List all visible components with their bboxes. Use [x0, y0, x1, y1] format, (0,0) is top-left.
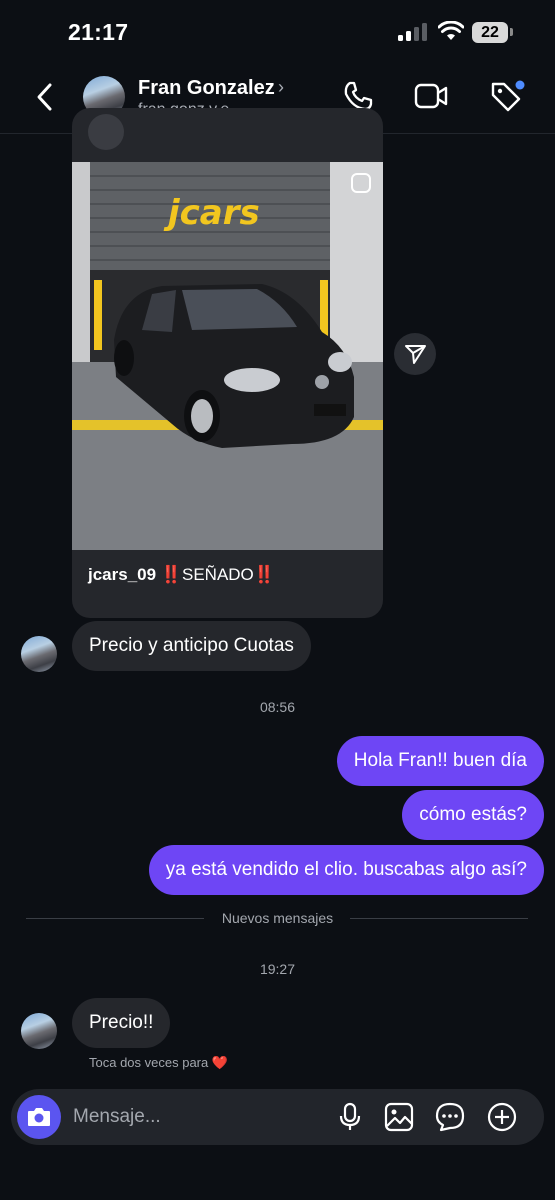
timestamp: 19:27 — [259, 961, 296, 977]
shared-post-card[interactable]: jcars jcars_09 ‼️SEÑADO‼️ — [72, 108, 383, 618]
battery-indicator: 22 — [472, 22, 508, 43]
plus-icon[interactable] — [487, 1102, 517, 1132]
caption-mark-end: ‼️ — [253, 565, 275, 584]
signal-icon — [398, 23, 428, 41]
status-time: 21:17 — [68, 19, 129, 45]
caption-text: SEÑADO — [181, 565, 254, 584]
caption-user[interactable]: jcars_09 — [88, 565, 156, 584]
name-chevron-icon[interactable]: › — [278, 77, 284, 98]
save-square-icon[interactable] — [350, 172, 372, 194]
timestamp: 08:56 — [259, 699, 296, 715]
microphone-icon[interactable] — [337, 1102, 363, 1132]
message-input[interactable] — [73, 1099, 313, 1135]
message-composer — [11, 1089, 544, 1145]
gallery-icon[interactable] — [384, 1102, 414, 1132]
message-outgoing[interactable]: ya está vendido el clio. buscabas algo a… — [148, 845, 544, 895]
sticker-icon[interactable] — [435, 1102, 465, 1132]
camera-icon — [28, 1108, 50, 1126]
message-incoming[interactable]: Precio!! — [72, 998, 171, 1048]
storefront-logo: jcars — [163, 193, 260, 233]
hint-text: Toca dos veces para — [89, 1055, 209, 1070]
message-outgoing[interactable]: Hola Fran!! buen día — [336, 736, 544, 786]
card-avatar — [88, 114, 124, 150]
wifi-icon — [438, 21, 464, 41]
sender-avatar[interactable] — [21, 636, 57, 672]
back-arrow-icon[interactable] — [34, 82, 54, 112]
heart-emoji: ❤️ — [211, 1055, 229, 1070]
message-incoming[interactable]: Precio y anticipo Cuotas — [72, 621, 311, 671]
camera-button[interactable] — [17, 1095, 61, 1139]
battery-tip — [510, 28, 513, 36]
contact-name[interactable]: Fran Gonzalez — [138, 77, 275, 100]
post-image[interactable]: jcars — [72, 162, 383, 550]
caption-mark-start: ‼️ — [160, 565, 182, 584]
video-icon[interactable] — [414, 82, 448, 110]
double-tap-hint: Toca dos veces para ❤️ — [89, 1055, 228, 1071]
message-outgoing[interactable]: cómo estás? — [402, 790, 544, 840]
share-post-button[interactable] — [394, 333, 436, 375]
sender-avatar[interactable] — [21, 1013, 57, 1049]
divider-line-right — [350, 918, 528, 919]
tag-icon[interactable] — [490, 80, 526, 114]
send-icon — [405, 345, 426, 364]
post-caption: jcars_09 ‼️SEÑADO‼️ — [88, 565, 275, 585]
